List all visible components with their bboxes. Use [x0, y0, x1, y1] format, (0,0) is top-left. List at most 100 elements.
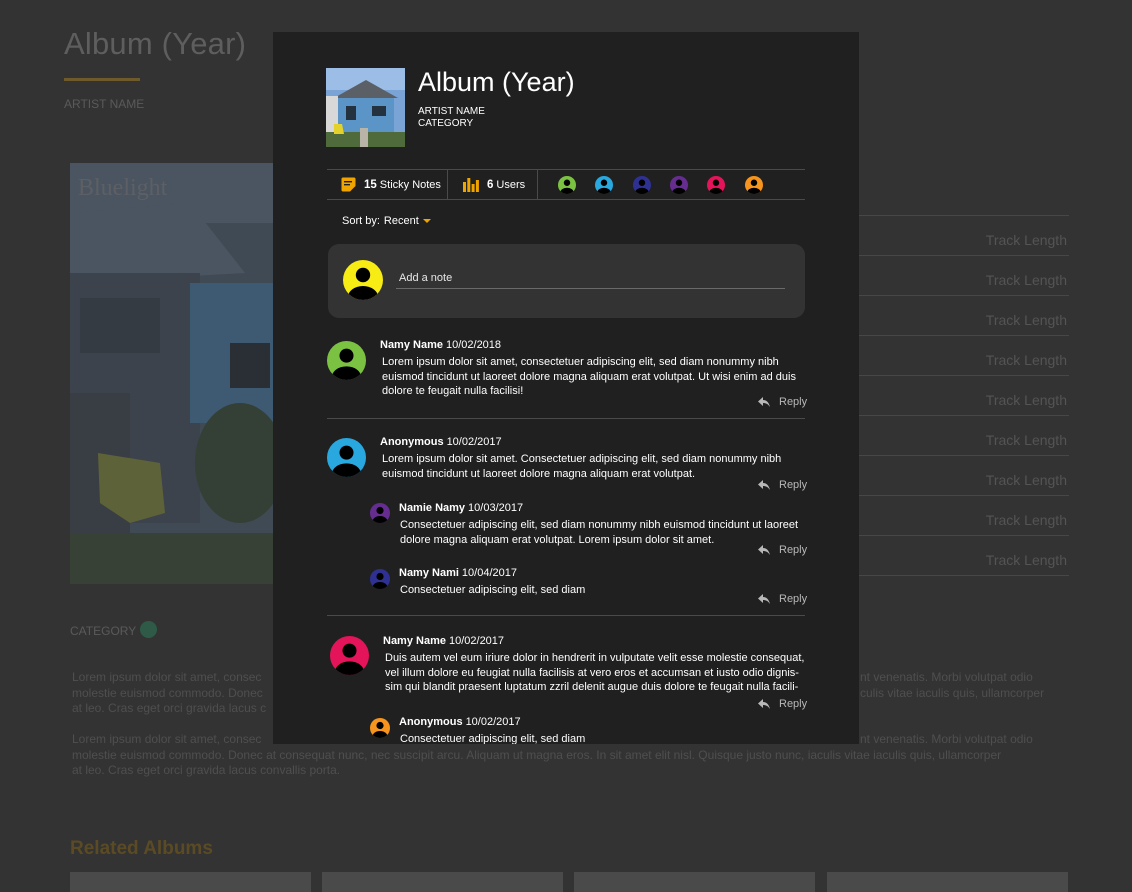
- related-album-card[interactable]: [322, 872, 563, 892]
- modal-album-meta: ARTIST NAME CATEGORY: [418, 106, 485, 129]
- note-date: 10/02/2017: [448, 635, 505, 647]
- reply-author: Anonymous: [399, 716, 463, 728]
- reply-button[interactable]: Reply: [758, 698, 807, 710]
- sort-control[interactable]: Sort by: Recent: [342, 215, 431, 227]
- reply-icon: [758, 699, 770, 709]
- related-album-card[interactable]: [574, 872, 815, 892]
- description-paragraph-right: nt venenatis. Morbi volutpat odio culis …: [860, 670, 1045, 700]
- track-length: Track Length: [985, 432, 1067, 448]
- page-title: Album (Year): [64, 26, 247, 61]
- track-length: Track Length: [985, 552, 1067, 568]
- sort-value[interactable]: Recent: [384, 215, 419, 227]
- modal-artist-name: ARTIST NAME: [418, 106, 485, 117]
- track-row[interactable]: Track Length: [855, 375, 1069, 415]
- track-length: Track Length: [985, 272, 1067, 288]
- reply-icon: [758, 545, 770, 555]
- user-avatar-icon[interactable]: [745, 176, 763, 194]
- sort-label: Sort by:: [342, 215, 380, 227]
- category-label: CATEGORY: [70, 624, 137, 638]
- user-avatar-icon: [370, 718, 390, 738]
- user-avatar-icon[interactable]: [670, 176, 688, 194]
- user-avatar-icon: [370, 503, 390, 523]
- note-date: 10/02/2018: [445, 339, 502, 351]
- reply-date: 10/03/2017: [468, 502, 524, 514]
- note-divider: [327, 615, 805, 616]
- note-author: Namy Name: [383, 635, 446, 647]
- chevron-down-icon[interactable]: [422, 219, 431, 224]
- current-user-avatar: [343, 260, 383, 300]
- users-label: Users: [496, 178, 526, 191]
- user-avatar-icon: [370, 569, 390, 589]
- reply-date: 10/04/2017: [461, 567, 517, 579]
- reply-author: Namy Nami: [399, 567, 459, 579]
- reply-header: Namie Namy 10/03/2017: [399, 502, 523, 514]
- track-row[interactable]: Track Length: [855, 495, 1069, 535]
- user-avatar-icon: [327, 341, 366, 380]
- note-header: Namy Name 10/02/2017: [383, 635, 504, 647]
- reply-button[interactable]: Reply: [758, 593, 807, 605]
- note-text: Lorem ipsum dolor sit amet. Consectetuer…: [382, 453, 782, 480]
- user-avatar-icon: [327, 438, 366, 477]
- track-length: Track Length: [985, 232, 1067, 248]
- reply-button[interactable]: Reply: [758, 479, 807, 491]
- user-avatar-icon[interactable]: [558, 176, 576, 194]
- stats-bar: 15 Sticky Notes 6 Users: [327, 169, 805, 200]
- track-row[interactable]: Track Length: [855, 295, 1069, 335]
- note-divider: [327, 418, 805, 419]
- stats-divider: [537, 170, 538, 199]
- note-author: Anonymous: [380, 436, 444, 448]
- category-dot: [140, 621, 157, 638]
- users-count: 6: [487, 178, 494, 191]
- user-avatar-icon: [330, 636, 369, 675]
- reply-button[interactable]: Reply: [758, 396, 807, 408]
- note-author: Namy Name: [380, 339, 443, 351]
- note-text: Duis autem vel eum iriure dolor in hendr…: [385, 652, 805, 693]
- sticky-notes-stat[interactable]: 15 Sticky Notes: [341, 170, 441, 199]
- related-album-card[interactable]: [827, 872, 1068, 892]
- notes-label: Sticky Notes: [379, 178, 441, 191]
- sticky-notes-modal: Album (Year) ARTIST NAME CATEGORY 15 Sti…: [273, 32, 859, 744]
- track-length: Track Length: [985, 312, 1067, 328]
- reply-text: Consectetuer adipiscing elit, sed diam: [400, 733, 586, 744]
- title-underline: [64, 78, 140, 81]
- stats-divider: [447, 170, 448, 199]
- related-album-card[interactable]: [70, 872, 311, 892]
- user-avatar-icon[interactable]: [707, 176, 725, 194]
- notes-count: 15: [364, 178, 377, 191]
- track-row[interactable]: Track Length: [855, 455, 1069, 495]
- note-header: Namy Name 10/02/2018: [380, 339, 501, 351]
- track-length: Track Length: [985, 352, 1067, 368]
- track-length: Track Length: [985, 472, 1067, 488]
- note-date: 10/02/2017: [446, 436, 502, 448]
- sticky-note-icon: [341, 177, 356, 192]
- reply-icon: [758, 397, 770, 407]
- track-list: Track Length Track Length Track Length T…: [855, 215, 1069, 576]
- track-row[interactable]: Track Length: [855, 215, 1069, 255]
- bar-chart-icon: [463, 177, 479, 192]
- note-header: Anonymous 10/02/2017: [380, 436, 502, 448]
- reply-text: Consectetuer adipiscing elit, sed diam: [400, 584, 586, 596]
- reply-header: Namy Nami 10/04/2017: [399, 567, 517, 579]
- user-avatar-icon[interactable]: [633, 176, 651, 194]
- user-avatar-icon[interactable]: [595, 176, 613, 194]
- add-note-input[interactable]: [396, 269, 785, 289]
- reply-text: Consectetuer adipiscing elit, sed diam n…: [400, 519, 799, 546]
- track-row[interactable]: Track Length: [855, 335, 1069, 375]
- track-length: Track Length: [985, 512, 1067, 528]
- reply-button[interactable]: Reply: [758, 544, 807, 556]
- users-stat[interactable]: 6 Users: [463, 170, 525, 199]
- reply-icon: [758, 594, 770, 604]
- cover-sign-text: Bluelight: [78, 175, 168, 201]
- reply-icon: [758, 480, 770, 490]
- album-cover-photo: Bluelight: [70, 163, 280, 584]
- track-length: Track Length: [985, 392, 1067, 408]
- reply-author: Namie Namy: [399, 502, 466, 514]
- reply-date: 10/02/2017: [465, 716, 521, 728]
- modal-category: CATEGORY: [418, 117, 474, 129]
- related-albums-heading: Related Albums: [70, 838, 213, 859]
- track-row[interactable]: Track Length: [855, 255, 1069, 295]
- track-row[interactable]: Track Length: [855, 415, 1069, 455]
- album-thumbnail: [326, 68, 405, 147]
- track-row[interactable]: Track Length: [855, 535, 1069, 576]
- reply-header: Anonymous 10/02/2017: [399, 716, 521, 728]
